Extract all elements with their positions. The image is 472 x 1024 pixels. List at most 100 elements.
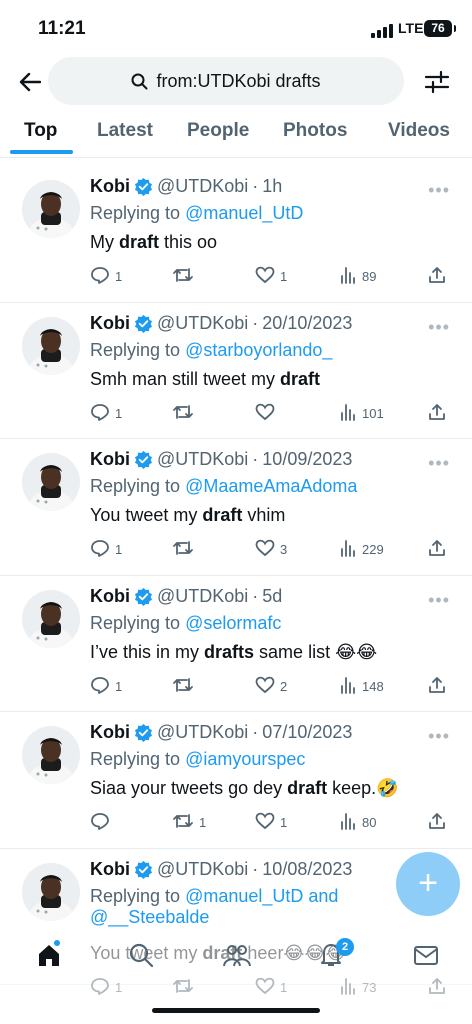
tweet[interactable]: Kobi @UTDKobi · 5d ••• Replying to @selormafc…: [0, 576, 472, 712]
tweet-date[interactable]: 10/09/2023: [262, 449, 352, 470]
views-icon: [339, 676, 357, 697]
reply-to-link[interactable]: @selormafc: [185, 613, 281, 633]
view-count: 229: [362, 542, 384, 557]
handle[interactable]: @UTDKobi: [157, 722, 248, 743]
tab-people[interactable]: People: [187, 120, 249, 142]
like-button[interactable]: 3: [255, 539, 287, 560]
share-button[interactable]: [428, 403, 446, 424]
display-name[interactable]: Kobi: [90, 176, 130, 197]
search-input[interactable]: from:UTDKobi drafts: [48, 57, 404, 105]
more-options-icon[interactable]: •••: [428, 590, 450, 611]
reply-button[interactable]: [90, 812, 115, 833]
avatar[interactable]: [22, 862, 80, 921]
more-options-icon[interactable]: •••: [428, 317, 450, 338]
communities-icon[interactable]: [222, 942, 252, 973]
handle[interactable]: @UTDKobi: [157, 586, 248, 607]
search-header: from:UTDKobi drafts Top Latest People Ph…: [0, 54, 472, 158]
retweet-button[interactable]: 1: [172, 812, 206, 833]
share-button[interactable]: [428, 676, 446, 697]
reply-to-link[interactable]: @manuel_UtD and: [185, 886, 338, 906]
avatar[interactable]: [22, 589, 80, 648]
display-name[interactable]: Kobi: [90, 313, 130, 334]
tweet-date[interactable]: 5d: [262, 586, 282, 607]
reply-to-link-2[interactable]: @__Steebalde: [90, 907, 209, 927]
share-button[interactable]: [428, 266, 446, 287]
reply-icon: [90, 812, 110, 833]
views-button[interactable]: 101: [339, 403, 384, 424]
battery-icon: 76: [424, 20, 456, 37]
tweet-date[interactable]: 1h: [262, 176, 282, 197]
messages-icon[interactable]: [412, 942, 440, 973]
like-button[interactable]: [255, 403, 280, 424]
tweet-date[interactable]: 10/08/2023: [262, 859, 352, 880]
display-name[interactable]: Kobi: [90, 859, 130, 880]
tab-videos[interactable]: Videos: [388, 120, 450, 142]
share-icon: [428, 266, 446, 287]
tab-photos[interactable]: Photos: [283, 120, 347, 142]
views-button[interactable]: 148: [339, 676, 384, 697]
back-arrow-icon[interactable]: [16, 68, 44, 96]
like-button[interactable]: 1: [255, 812, 287, 833]
display-name[interactable]: Kobi: [90, 449, 130, 470]
retweet-button[interactable]: [172, 403, 199, 424]
tweet[interactable]: Kobi @UTDKobi · 20/10/2023 ••• Replying to @s…: [0, 303, 472, 439]
handle[interactable]: @UTDKobi: [157, 449, 248, 470]
retweet-button[interactable]: [172, 266, 199, 287]
reply-button[interactable]: 1: [90, 403, 122, 424]
tweet[interactable]: Kobi @UTDKobi · 10/09/2023 ••• Replying to @M…: [0, 439, 472, 576]
search-settings-icon[interactable]: [422, 67, 452, 97]
tweet-date[interactable]: 07/10/2023: [262, 722, 352, 743]
share-button[interactable]: [428, 539, 446, 560]
handle[interactable]: @UTDKobi: [157, 859, 248, 880]
tweet-date[interactable]: 20/10/2023: [262, 313, 352, 334]
reply-to-link[interactable]: @MaameAmaAdoma: [185, 476, 357, 496]
home-icon[interactable]: [36, 942, 62, 973]
tweet[interactable]: Kobi @UTDKobi · 1h ••• Replying to @manuel_Ut…: [0, 166, 472, 303]
retweet-icon: [172, 266, 194, 287]
views-icon: [339, 266, 357, 287]
compose-button[interactable]: +: [396, 852, 460, 916]
reply-to-link[interactable]: @manuel_UtD: [185, 203, 303, 223]
search-nav-icon[interactable]: [128, 942, 154, 973]
like-button[interactable]: 1: [255, 266, 287, 287]
avatar[interactable]: [22, 453, 80, 511]
handle[interactable]: @UTDKobi: [157, 176, 248, 197]
tweet-actions: 1 1 89: [90, 266, 450, 288]
retweet-button[interactable]: [172, 676, 199, 697]
separator-dot: ·: [252, 312, 259, 333]
views-button[interactable]: 89: [339, 266, 376, 287]
reply-to-link[interactable]: @starboyorlando_: [185, 340, 332, 360]
more-options-icon[interactable]: •••: [428, 180, 450, 201]
tweet-text-before: You tweet my: [90, 505, 203, 525]
tweet-actions: 1 2 148: [90, 676, 450, 698]
views-button[interactable]: 80: [339, 812, 376, 833]
avatar[interactable]: [22, 726, 80, 784]
avatar[interactable]: [22, 180, 80, 238]
like-button[interactable]: 2: [255, 676, 287, 697]
tweet[interactable]: Kobi @UTDKobi · 07/10/2023 ••• Replying to @i…: [0, 712, 472, 849]
reply-button[interactable]: 1: [90, 676, 122, 697]
display-name[interactable]: Kobi: [90, 586, 130, 607]
replying-to: Replying to @manuel_UtD: [90, 203, 303, 224]
tweet-text: Siaa your tweets go dey draft keep.🤣: [90, 778, 399, 799]
more-options-icon[interactable]: •••: [428, 453, 450, 474]
share-button[interactable]: [428, 812, 446, 833]
more-options-icon[interactable]: •••: [428, 726, 450, 747]
tab-top[interactable]: Top: [24, 120, 57, 142]
tweet-text: My draft this oo: [90, 232, 217, 253]
reply-button[interactable]: 1: [90, 539, 122, 560]
display-name[interactable]: Kobi: [90, 722, 130, 743]
replying-to-label: Replying to: [90, 612, 186, 633]
tab-latest[interactable]: Latest: [97, 120, 153, 142]
tweet-header: Kobi @UTDKobi · 10/08/2023: [90, 859, 352, 880]
reply-to-link[interactable]: @iamyourspec: [185, 749, 305, 769]
reply-button[interactable]: 1: [90, 266, 122, 287]
replying-to: Replying to @iamyourspec: [90, 749, 305, 770]
handle[interactable]: @UTDKobi: [157, 313, 248, 334]
verified-badge-icon: [134, 723, 153, 742]
avatar[interactable]: [22, 316, 80, 375]
replying-to: Replying to @selormafc: [90, 613, 281, 634]
signal-icon: [371, 24, 393, 38]
views-button[interactable]: 229: [339, 539, 384, 560]
retweet-button[interactable]: [172, 539, 199, 560]
